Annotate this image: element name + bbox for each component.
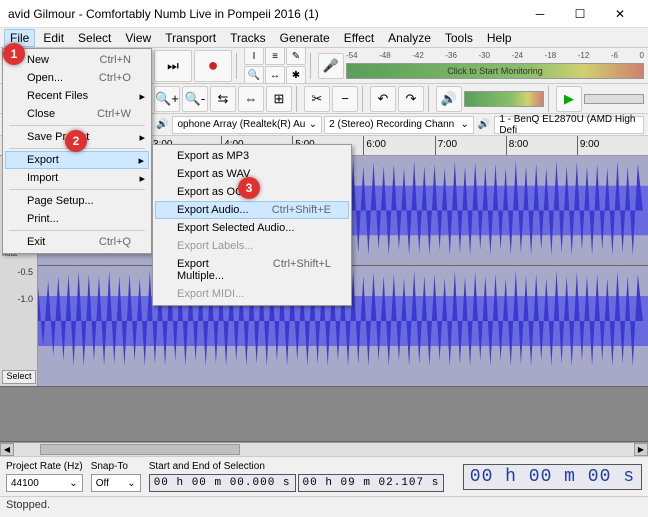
menu-select[interactable]: Select (72, 29, 117, 47)
output-device-combo[interactable]: 1 - BenQ EL2870U (AMD High Defi (494, 116, 644, 134)
playback-meter[interactable] (464, 91, 544, 107)
record-icon: ● (208, 55, 219, 76)
titlebar: avid Gilmour - Comfortably Numb Live in … (0, 0, 648, 28)
fit-selection-button[interactable]: ⇆ (210, 86, 236, 112)
selection-end-input[interactable]: 00 h 09 m 02.107 s (298, 474, 445, 492)
zoom-toggle-button[interactable]: ⊞ (266, 86, 292, 112)
annotation-2: 2 (65, 130, 87, 152)
file-page-setup[interactable]: Page Setup... (5, 192, 149, 210)
recording-meter[interactable]: Click to Start Monitoring (346, 63, 644, 79)
speaker-icon[interactable]: 🔊 (436, 86, 462, 112)
snap-to-combo[interactable]: Off⌄ (91, 474, 141, 492)
zoom-in-button[interactable]: 🔍+ (154, 86, 180, 112)
selection-start-input[interactable]: 00 h 00 m 00.000 s (149, 474, 296, 492)
file-import[interactable]: Import▸ (5, 169, 149, 187)
annotation-1: 1 (3, 43, 25, 65)
menu-tools[interactable]: Tools (439, 29, 479, 47)
scroll-thumb[interactable] (40, 444, 240, 455)
annotation-3: 3 (238, 177, 260, 199)
skip-end-button[interactable]: ⏭ (154, 50, 192, 82)
empty-track-area[interactable] (0, 386, 648, 442)
menu-transport[interactable]: Transport (159, 29, 222, 47)
maximize-button[interactable]: ☐ (560, 0, 600, 28)
selection-tool[interactable]: I (244, 47, 264, 65)
selection-label: Start and End of Selection (149, 461, 455, 472)
zoom-tool[interactable]: 🔍 (244, 66, 264, 84)
window-title: avid Gilmour - Comfortably Numb Live in … (8, 7, 520, 21)
audio-position-display[interactable]: 00 h 00 m 00 s (463, 464, 642, 490)
undo-button[interactable]: ↶ (370, 86, 396, 112)
fit-project-button[interactable]: ⇔ (238, 86, 264, 112)
timeshift-tool[interactable]: ↔ (265, 66, 285, 84)
menu-effect[interactable]: Effect (338, 29, 380, 47)
trim-button[interactable]: ✂ (304, 86, 330, 112)
track-select-button[interactable]: Select (2, 370, 36, 384)
speed-slider[interactable] (584, 94, 644, 104)
input-device-combo[interactable]: ophone Array (Realtek(R) Au⌄ (172, 116, 322, 134)
export-multiple[interactable]: Export Multiple...Ctrl+Shift+L (155, 255, 349, 285)
selection-toolbar: Project Rate (Hz) 44100⌄ Snap-To Off⌄ St… (0, 456, 648, 496)
scroll-left-button[interactable]: ◀ (0, 443, 14, 456)
export-labels: Export Labels... (155, 237, 349, 255)
track-scale: -0.5 -1.0 (2, 258, 35, 313)
record-button[interactable]: ● (194, 50, 232, 82)
file-print[interactable]: Print... (5, 210, 149, 228)
redo-button[interactable]: ↷ (398, 86, 424, 112)
menu-edit[interactable]: Edit (37, 29, 70, 47)
output-icon: 🔊 (476, 119, 492, 130)
export-mp3[interactable]: Export as MP3 (155, 147, 349, 165)
export-audio[interactable]: Export Audio...Ctrl+Shift+E (155, 201, 349, 219)
file-recent[interactable]: Recent Files▸ (5, 87, 149, 105)
menu-view[interactable]: View (119, 29, 157, 47)
export-midi: Export MIDI... (155, 285, 349, 303)
play-at-speed-button[interactable]: ▶ (556, 86, 582, 112)
channels-combo[interactable]: 2 (Stereo) Recording Chann⌄ (324, 116, 474, 134)
snap-to-label: Snap-To (91, 461, 141, 472)
project-rate-combo[interactable]: 44100⌄ (6, 474, 83, 492)
file-new[interactable]: NewCtrl+N (5, 51, 149, 69)
menu-tracks[interactable]: Tracks (224, 29, 272, 47)
minimize-button[interactable]: ─ (520, 0, 560, 28)
menu-generate[interactable]: Generate (274, 29, 336, 47)
zoom-out-button[interactable]: 🔍- (182, 86, 208, 112)
draw-tool[interactable]: ✎ (286, 47, 306, 65)
file-export[interactable]: Export▸ (5, 151, 149, 169)
menu-analyze[interactable]: Analyze (382, 29, 437, 47)
project-rate-label: Project Rate (Hz) (6, 461, 83, 472)
menu-help[interactable]: Help (481, 29, 518, 47)
multi-tool[interactable]: ✱ (286, 66, 306, 84)
close-button[interactable]: ✕ (600, 0, 640, 28)
meter-ticks: -54-48-42-36-30-24-18-12-60 (346, 51, 644, 60)
mic-icon[interactable]: 🎤 (318, 53, 344, 79)
export-submenu: Export as MP3 Export as WAV Export as OG… (152, 144, 352, 306)
scroll-right-button[interactable]: ▶ (634, 443, 648, 456)
file-open[interactable]: Open...Ctrl+O (5, 69, 149, 87)
file-exit[interactable]: ExitCtrl+Q (5, 233, 149, 251)
file-close[interactable]: CloseCtrl+W (5, 105, 149, 123)
menubar: File Edit Select View Transport Tracks G… (0, 28, 648, 48)
horizontal-scrollbar[interactable]: ◀ ▶ (0, 442, 648, 456)
statusbar: Stopped. (0, 496, 648, 516)
host-label: 🔊 (154, 119, 170, 130)
envelope-tool[interactable]: ≡ (265, 47, 285, 65)
silence-button[interactable]: − (332, 86, 358, 112)
export-selected-audio[interactable]: Export Selected Audio... (155, 219, 349, 237)
